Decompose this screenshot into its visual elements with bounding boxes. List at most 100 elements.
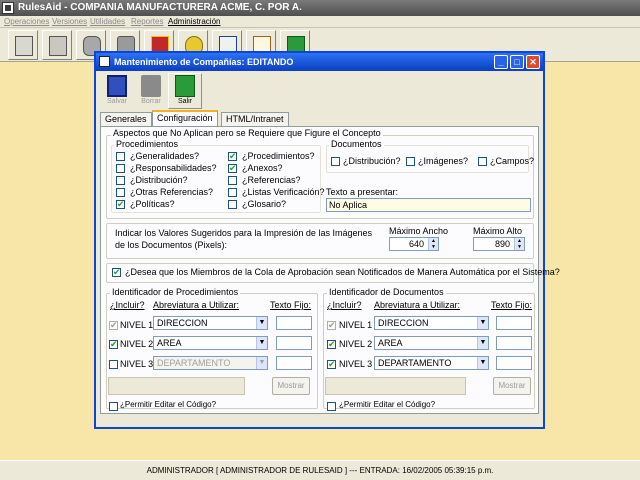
chk-doc-nivel-1[interactable]: ✔ (327, 321, 336, 330)
lbl-listas-verificacion: ¿Listas Verificación? (242, 187, 325, 197)
lbl-proc-nivel-2: NIVEL 2 (120, 339, 154, 349)
lbl-generalidades: ¿Generalidades? (130, 151, 200, 161)
doc-nivel-3-value: DEPARTAMENTO (378, 358, 452, 368)
exit-label: Salir (177, 98, 192, 105)
incluir-header: ¿Incluir? (327, 300, 362, 310)
chevron-down-icon[interactable]: ▼ (256, 357, 267, 369)
chk-doc-nivel-3[interactable]: ✔ (327, 360, 336, 369)
chk-proc-permitir-editar[interactable] (109, 402, 118, 411)
texto-presentar-label: Texto a presentar: (326, 187, 399, 197)
chevron-down-icon[interactable]: ▼ (477, 317, 488, 329)
chk-proc-nivel-1[interactable]: ✔ (109, 321, 118, 330)
minimize-button[interactable]: _ (494, 55, 508, 69)
menu-bar: Operaciones Versiones Utilidades Reporte… (0, 16, 640, 28)
tab-generales[interactable]: Generales (100, 112, 152, 126)
doc-nivel-2-select[interactable]: AREA ▼ (374, 336, 489, 350)
chevron-down-icon[interactable]: ▼ (477, 337, 488, 349)
doc-code-preview (325, 377, 466, 395)
max-alto-value: 890 (494, 239, 510, 249)
imagenes-text-2: de los Documentos (Pixels): (115, 240, 228, 250)
chk-referencias[interactable] (228, 176, 237, 185)
proc-nivel-2-fijo[interactable] (276, 336, 312, 350)
max-ancho-label: Máximo Ancho (389, 226, 449, 236)
chk-distribucion-doc[interactable] (331, 157, 340, 166)
exit-door-icon (175, 75, 195, 97)
delete-button[interactable]: Borrar (134, 73, 168, 109)
tab-html-intranet[interactable]: HTML/Intranet (221, 112, 289, 126)
dialog-titlebar[interactable]: Mantenimiento de Compañías: EDITANDO _ □… (96, 53, 543, 71)
chk-doc-nivel-2[interactable]: ✔ (327, 340, 336, 349)
tab-configuracion[interactable]: Configuración (152, 110, 218, 126)
proc-nivel-3-fijo[interactable] (276, 356, 312, 370)
max-ancho-spinner[interactable]: 640 ▲ ▼ (389, 237, 439, 251)
max-ancho-value: 640 (408, 239, 424, 249)
chk-anexos[interactable]: ✔ (228, 164, 237, 173)
abreviatura-header: Abreviatura a Utilizar: (153, 300, 240, 310)
delete-label: Borrar (141, 98, 161, 105)
doc-nivel-1-fijo[interactable] (496, 316, 532, 330)
proc-mostrar-button[interactable]: Mostrar (272, 377, 310, 395)
lbl-proc-nivel-3: NIVEL 3 (120, 359, 154, 369)
spinner-arrows-icon[interactable]: ▲ ▼ (514, 238, 524, 250)
chk-imagenes[interactable] (406, 157, 415, 166)
lbl-imagenes: ¿Imágenes? (418, 156, 469, 166)
lbl-otras-referencias: ¿Otras Referencias? (130, 187, 214, 197)
lbl-referencias: ¿Referencias? (242, 175, 301, 185)
doc-nivel-2-fijo[interactable] (496, 336, 532, 350)
doc-nivel-1-value: DIRECCION (378, 318, 429, 328)
proc-nivel-1-fijo[interactable] (276, 316, 312, 330)
chk-otras-referencias[interactable] (116, 188, 125, 197)
app-title: RulesAid - COMPANIA MANUFACTURERA ACME, … (18, 2, 302, 13)
lbl-procedimientos: ¿Procedimientos? (242, 151, 315, 161)
chk-responsabilidades[interactable] (116, 164, 125, 173)
save-button[interactable]: Salvar (100, 73, 134, 109)
menu-utilidades: Utilidades (90, 17, 126, 26)
menu-versiones: Versiones (52, 17, 88, 26)
texto-fijo-header: Texto Fijo: (270, 300, 312, 310)
chk-glosario[interactable] (228, 200, 237, 209)
abreviatura-header: Abreviatura a Utilizar: (374, 300, 461, 310)
exit-button[interactable]: Salir (168, 73, 202, 109)
form-icon (15, 36, 33, 56)
save-label: Salvar (107, 98, 127, 105)
app-titlebar: RulesAid - COMPANIA MANUFACTURERA ACME, … (0, 0, 640, 16)
status-bar: ADMINISTRADOR [ ADMINISTRADOR DE RULESAI… (0, 460, 640, 480)
max-alto-label: Máximo Alto (473, 226, 523, 236)
close-button[interactable]: ✕ (526, 55, 540, 69)
lbl-notificar: ¿Desea que los Miembros de la Cola de Ap… (125, 267, 560, 277)
proc-nivel-1-select[interactable]: DIRECCION ▼ (153, 316, 268, 330)
proc-nivel-2-select[interactable]: AREA ▼ (153, 336, 268, 350)
doc-nivel-1-select[interactable]: DIRECCION ▼ (374, 316, 489, 330)
proc-nivel-3-select[interactable]: DEPARTAMENTO ▼ (153, 356, 268, 370)
texto-presentar-input[interactable]: No Aplica (326, 198, 531, 212)
dialog-app-icon (99, 56, 110, 67)
procedimientos-legend: Procedimientos (114, 139, 181, 149)
menu-administracion[interactable]: Administración (168, 17, 220, 26)
chevron-down-icon[interactable]: ▼ (256, 337, 267, 349)
chk-listas-verificacion[interactable] (228, 188, 237, 197)
doc-nivel-3-select[interactable]: DEPARTAMENTO ▼ (374, 356, 489, 370)
doc-nivel-3-fijo[interactable] (496, 356, 532, 370)
toolbar-document-button[interactable] (42, 30, 72, 60)
doc-mostrar-button[interactable]: Mostrar (493, 377, 531, 395)
chevron-down-icon[interactable]: ▼ (477, 357, 488, 369)
chk-notificar[interactable]: ✔ (112, 268, 121, 277)
chk-proc-nivel-3[interactable] (109, 360, 118, 369)
max-alto-spinner[interactable]: 890 ▲ ▼ (473, 237, 525, 251)
trash-can-icon (141, 75, 161, 97)
chk-procedimientos[interactable]: ✔ (228, 152, 237, 161)
chk-distribucion-proc[interactable] (116, 176, 125, 185)
chk-doc-permitir-editar[interactable] (327, 402, 336, 411)
texto-fijo-header: Texto Fijo: (491, 300, 533, 310)
chevron-down-icon[interactable]: ▼ (256, 317, 267, 329)
spinner-arrows-icon[interactable]: ▲ ▼ (428, 238, 438, 250)
maximize-button[interactable]: □ (510, 55, 524, 69)
chk-campos[interactable] (478, 157, 487, 166)
configuracion-panel: Aspectos que No Aplican pero se Requiere… (100, 126, 560, 414)
chk-proc-nivel-2[interactable]: ✔ (109, 340, 118, 349)
proc-nivel-1-value: DIRECCION (157, 318, 208, 328)
toolbar-form-button[interactable] (8, 30, 38, 60)
proc-nivel-2-value: AREA (157, 338, 182, 348)
chk-generalidades[interactable] (116, 152, 125, 161)
chk-politicas[interactable]: ✔ (116, 200, 125, 209)
